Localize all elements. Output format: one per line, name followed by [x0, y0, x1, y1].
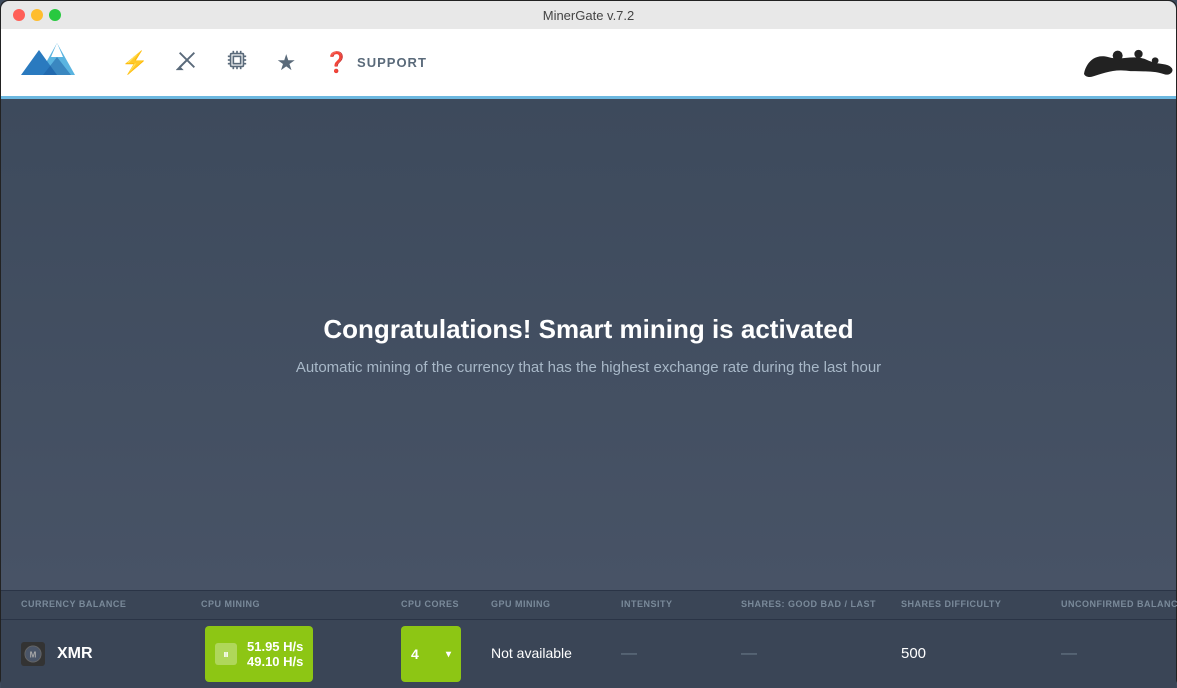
help-circle-icon: ❓ [324, 50, 349, 75]
th-intensity: INTENSITY [621, 599, 741, 611]
gpu-mining-value: Not available [491, 645, 572, 661]
unconfirmed-cell: — [1061, 645, 1177, 663]
app-logo[interactable] [21, 35, 81, 90]
cpu-cores-cell: 4 ▾ [401, 626, 491, 682]
support-nav-item[interactable]: ❓ SUPPORT [324, 50, 427, 75]
th-cpu-mining: CPU MINING [201, 599, 401, 611]
difficulty-value: 500 [901, 645, 926, 662]
difficulty-cell: 500 [901, 645, 1061, 663]
hero-title: Congratulations! Smart mining is activat… [323, 314, 853, 345]
th-currency-balance: CURRENCY BALANCE [21, 599, 201, 611]
gpu-mining-cell: Not available [491, 645, 621, 663]
minimize-button[interactable] [31, 9, 43, 21]
th-gpu-mining: GPU MINING [491, 599, 621, 611]
currency-icon-xmr: M [21, 642, 45, 666]
svg-text:M: M [30, 651, 37, 660]
support-label: SUPPORT [357, 55, 427, 70]
intensity-value: — [621, 645, 637, 662]
hash-rate-2: 49.10 H/s [247, 654, 303, 669]
tools-icon[interactable] [176, 49, 198, 77]
maximize-button[interactable] [49, 9, 61, 21]
intensity-cell: — [621, 645, 741, 663]
table-row: M XMR ⏸ 51.95 H/s 49.10 H/s [1, 620, 1176, 688]
pause-button[interactable]: ⏸ [215, 643, 237, 665]
chevron-down-icon: ▾ [446, 649, 451, 660]
hero-section: Congratulations! Smart mining is activat… [1, 99, 1176, 590]
cores-value: 4 [411, 646, 419, 662]
star-icon[interactable]: ★ [276, 50, 296, 76]
lightning-icon[interactable]: ⚡ [121, 50, 148, 76]
th-cpu-cores: CPU CORES [401, 599, 491, 611]
hash-rate-1: 51.95 H/s [247, 639, 303, 654]
hero-subtitle: Automatic mining of the currency that ha… [296, 359, 881, 376]
th-shares: SHARES: GOOD BAD / LAST [741, 599, 901, 611]
window-title: MinerGate v.7.2 [543, 8, 635, 23]
shares-cell: — [741, 645, 901, 663]
window-controls[interactable] [13, 9, 61, 21]
th-difficulty: SHARES DIFFICULTY [901, 599, 1061, 611]
nav-icons: ⚡ [121, 49, 427, 77]
main-content: Congratulations! Smart mining is activat… [1, 99, 1176, 688]
cores-dropdown[interactable]: 4 ▾ [401, 626, 461, 682]
currency-name-xmr: XMR [57, 645, 93, 663]
mining-table: CURRENCY BALANCE CPU MINING CPU CORES GP… [1, 590, 1176, 688]
shares-value: — [741, 645, 757, 662]
currency-cell: M XMR [21, 642, 201, 666]
user-avatar[interactable] [1076, 47, 1156, 79]
close-button[interactable] [13, 9, 25, 21]
unconfirmed-value: — [1061, 645, 1077, 662]
title-bar: MinerGate v.7.2 [1, 1, 1176, 29]
pause-icon: ⏸ [223, 647, 229, 662]
th-unconfirmed: UNCONFIRMED BALANCE [1061, 599, 1177, 611]
cpu-icon[interactable] [226, 49, 248, 77]
nav-bar: ⚡ [1, 29, 1176, 99]
hash-rates: 51.95 H/s 49.10 H/s [247, 639, 303, 669]
cpu-mining-cell: ⏸ 51.95 H/s 49.10 H/s [205, 626, 313, 682]
table-header: CURRENCY BALANCE CPU MINING CPU CORES GP… [1, 591, 1176, 620]
cpu-mining-cell-wrapper: ⏸ 51.95 H/s 49.10 H/s [201, 626, 401, 682]
